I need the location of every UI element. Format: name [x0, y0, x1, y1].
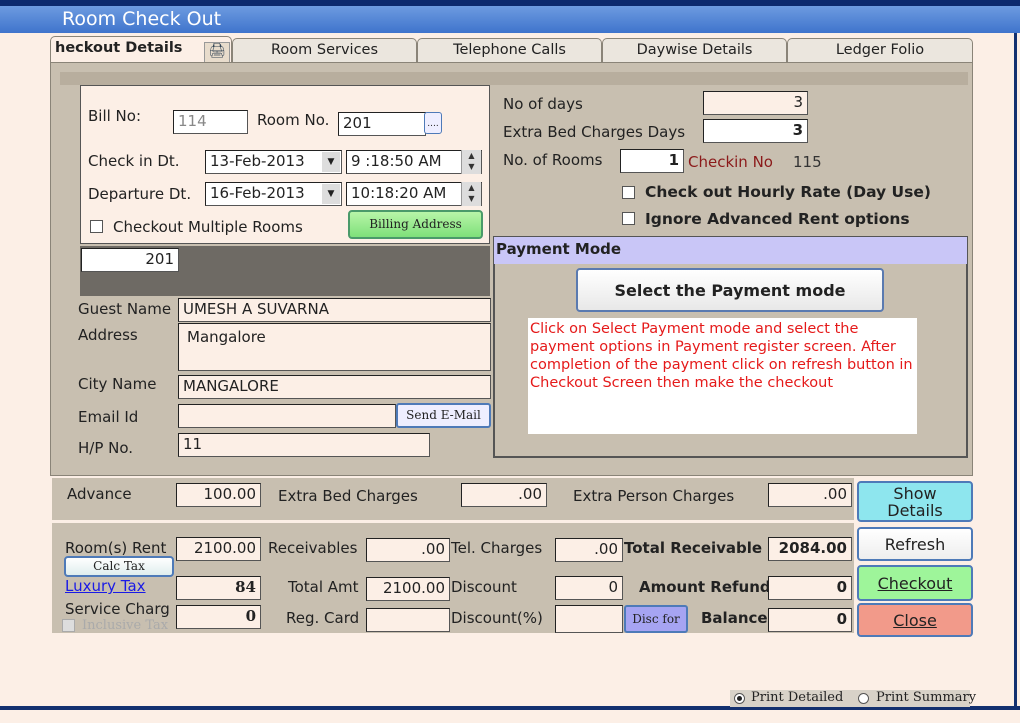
room-browse-button[interactable]: .... [424, 112, 442, 134]
discount-field[interactable]: 0 [555, 576, 623, 600]
window-title: Room Check Out [0, 6, 1020, 33]
extra-person-label: Extra Person Charges [573, 487, 735, 505]
window-border-right [1014, 33, 1017, 709]
discount-pct-field[interactable] [555, 605, 623, 633]
discount-label: Discount [451, 578, 517, 596]
calc-tax-button[interactable]: Calc Tax [64, 556, 174, 577]
payment-mode-header: Payment Mode [494, 237, 967, 264]
balance-field: 0 [768, 608, 852, 632]
select-payment-mode-button[interactable]: Select the Payment mode [576, 268, 884, 312]
multi-rooms-label: Checkout Multiple Rooms [113, 218, 303, 236]
rent-field[interactable]: 2100.00 [176, 537, 261, 561]
service-charge-label: Service Charg [65, 600, 170, 618]
total-receivable-field: 2084.00 [768, 537, 852, 561]
phone-label: H/P No. [78, 439, 134, 457]
tab-telephone-calls[interactable]: Telephone Calls [417, 38, 602, 63]
print-detailed-label: Print Detailed [751, 690, 844, 705]
disc-for-button[interactable]: Disc for [624, 605, 688, 633]
address-field[interactable]: Mangalore [178, 323, 491, 371]
amount-refund-field: 0 [768, 576, 852, 600]
extra-bed-label: Extra Bed Charges [278, 487, 418, 505]
address-label: Address [78, 326, 138, 344]
print-summary-radio[interactable] [858, 693, 869, 704]
balance-label: Balance [701, 609, 768, 627]
reg-card-label: Reg. Card [286, 609, 360, 627]
print-summary-label: Print Summary [876, 690, 977, 705]
tel-charges-label: Tel. Charges [451, 539, 543, 557]
total-amt-label: Total Amt [288, 578, 359, 596]
bill-no-label: Bill No: [88, 107, 142, 125]
receivables-field[interactable]: .00 [366, 538, 450, 562]
room-no-label: Room No. [257, 111, 330, 129]
luxury-tax-link[interactable]: Luxury Tax [65, 577, 146, 595]
hourly-rate-checkbox[interactable] [622, 186, 635, 199]
ignore-advanced-label: Ignore Advanced Rent options [645, 210, 910, 228]
chevron-down-icon[interactable]: ▼ [322, 184, 340, 204]
print-detailed-radio[interactable] [734, 693, 745, 704]
checkin-no-value: 115 [793, 153, 822, 171]
rooms-label: No. of Rooms [503, 151, 603, 169]
service-charge-field[interactable]: 0 [176, 605, 261, 629]
panel-stripe [60, 72, 968, 85]
multi-rooms-checkbox[interactable] [90, 220, 103, 233]
total-receivable-label: Total Receivable [624, 539, 763, 557]
days-field[interactable]: 3 [703, 91, 808, 115]
tel-charges-field[interactable]: .00 [555, 538, 623, 562]
inclusive-tax-checkbox[interactable] [62, 619, 75, 632]
send-email-button[interactable]: Send E-Mail [396, 403, 491, 428]
luxury-tax-field[interactable]: 84 [176, 576, 261, 600]
tab-daywise-details[interactable]: Daywise Details [602, 38, 787, 63]
bill-no-field[interactable]: 114 [173, 110, 248, 134]
extra-person-field[interactable]: .00 [768, 483, 852, 507]
advance-field[interactable]: 100.00 [176, 483, 261, 507]
reg-card-field[interactable] [366, 608, 450, 632]
amount-refund-label: Amount Refund [639, 578, 771, 596]
city-field[interactable]: MANGALORE [178, 375, 491, 399]
departure-label: Departure Dt. [88, 185, 192, 203]
tab-label: heckout Details [55, 40, 183, 56]
room-no-field[interactable]: 201 [338, 112, 426, 136]
checkin-label: Check in Dt. [88, 152, 180, 170]
refresh-button[interactable]: Refresh [857, 527, 973, 561]
payment-instructions: Click on Select Payment mode and select … [528, 318, 917, 434]
close-button[interactable]: Close [857, 603, 973, 637]
rooms-field[interactable]: 1 [620, 149, 684, 173]
room-list-item[interactable]: 201 [81, 248, 179, 272]
advance-label: Advance [67, 485, 132, 503]
inclusive-tax-label: Inclusive Tax [82, 618, 169, 633]
email-label: Email Id [78, 408, 139, 426]
days-label: No of days [503, 95, 583, 113]
total-amt-field[interactable]: 2100.00 [366, 577, 450, 601]
discount-pct-label: Discount(%) [451, 609, 543, 627]
guest-name-label: Guest Name [78, 300, 172, 318]
email-field[interactable] [178, 404, 396, 428]
guest-name-field[interactable]: UMESH A SUVARNA [178, 298, 491, 322]
tab-room-services[interactable]: Room Services [232, 38, 417, 63]
ignore-advanced-checkbox[interactable] [622, 212, 635, 225]
rent-label: Room(s) Rent [65, 539, 167, 557]
extra-bed-days-label: Extra Bed Charges Days [503, 123, 686, 141]
extra-bed-days-field[interactable]: 3 [703, 119, 808, 143]
checkin-no-label: Checkin No [688, 153, 773, 171]
show-details-button[interactable]: Show Details [857, 481, 973, 522]
billing-address-button[interactable]: Billing Address [348, 210, 483, 239]
chevron-down-icon[interactable]: ▼ [322, 152, 340, 172]
phone-field[interactable]: 11 [178, 433, 430, 457]
receivables-label: Receivables [268, 539, 358, 557]
tab-ledger-folio[interactable]: Ledger Folio [787, 38, 973, 63]
city-label: City Name [78, 375, 157, 393]
departure-time-spinner[interactable]: ▲ ▼ [461, 182, 481, 206]
extra-bed-field[interactable]: .00 [461, 483, 547, 507]
hourly-rate-label: Check out Hourly Rate (Day Use) [645, 183, 931, 201]
checkin-time-spinner[interactable]: ▲ ▼ [461, 150, 481, 174]
checkout-button[interactable]: Checkout [857, 565, 973, 601]
